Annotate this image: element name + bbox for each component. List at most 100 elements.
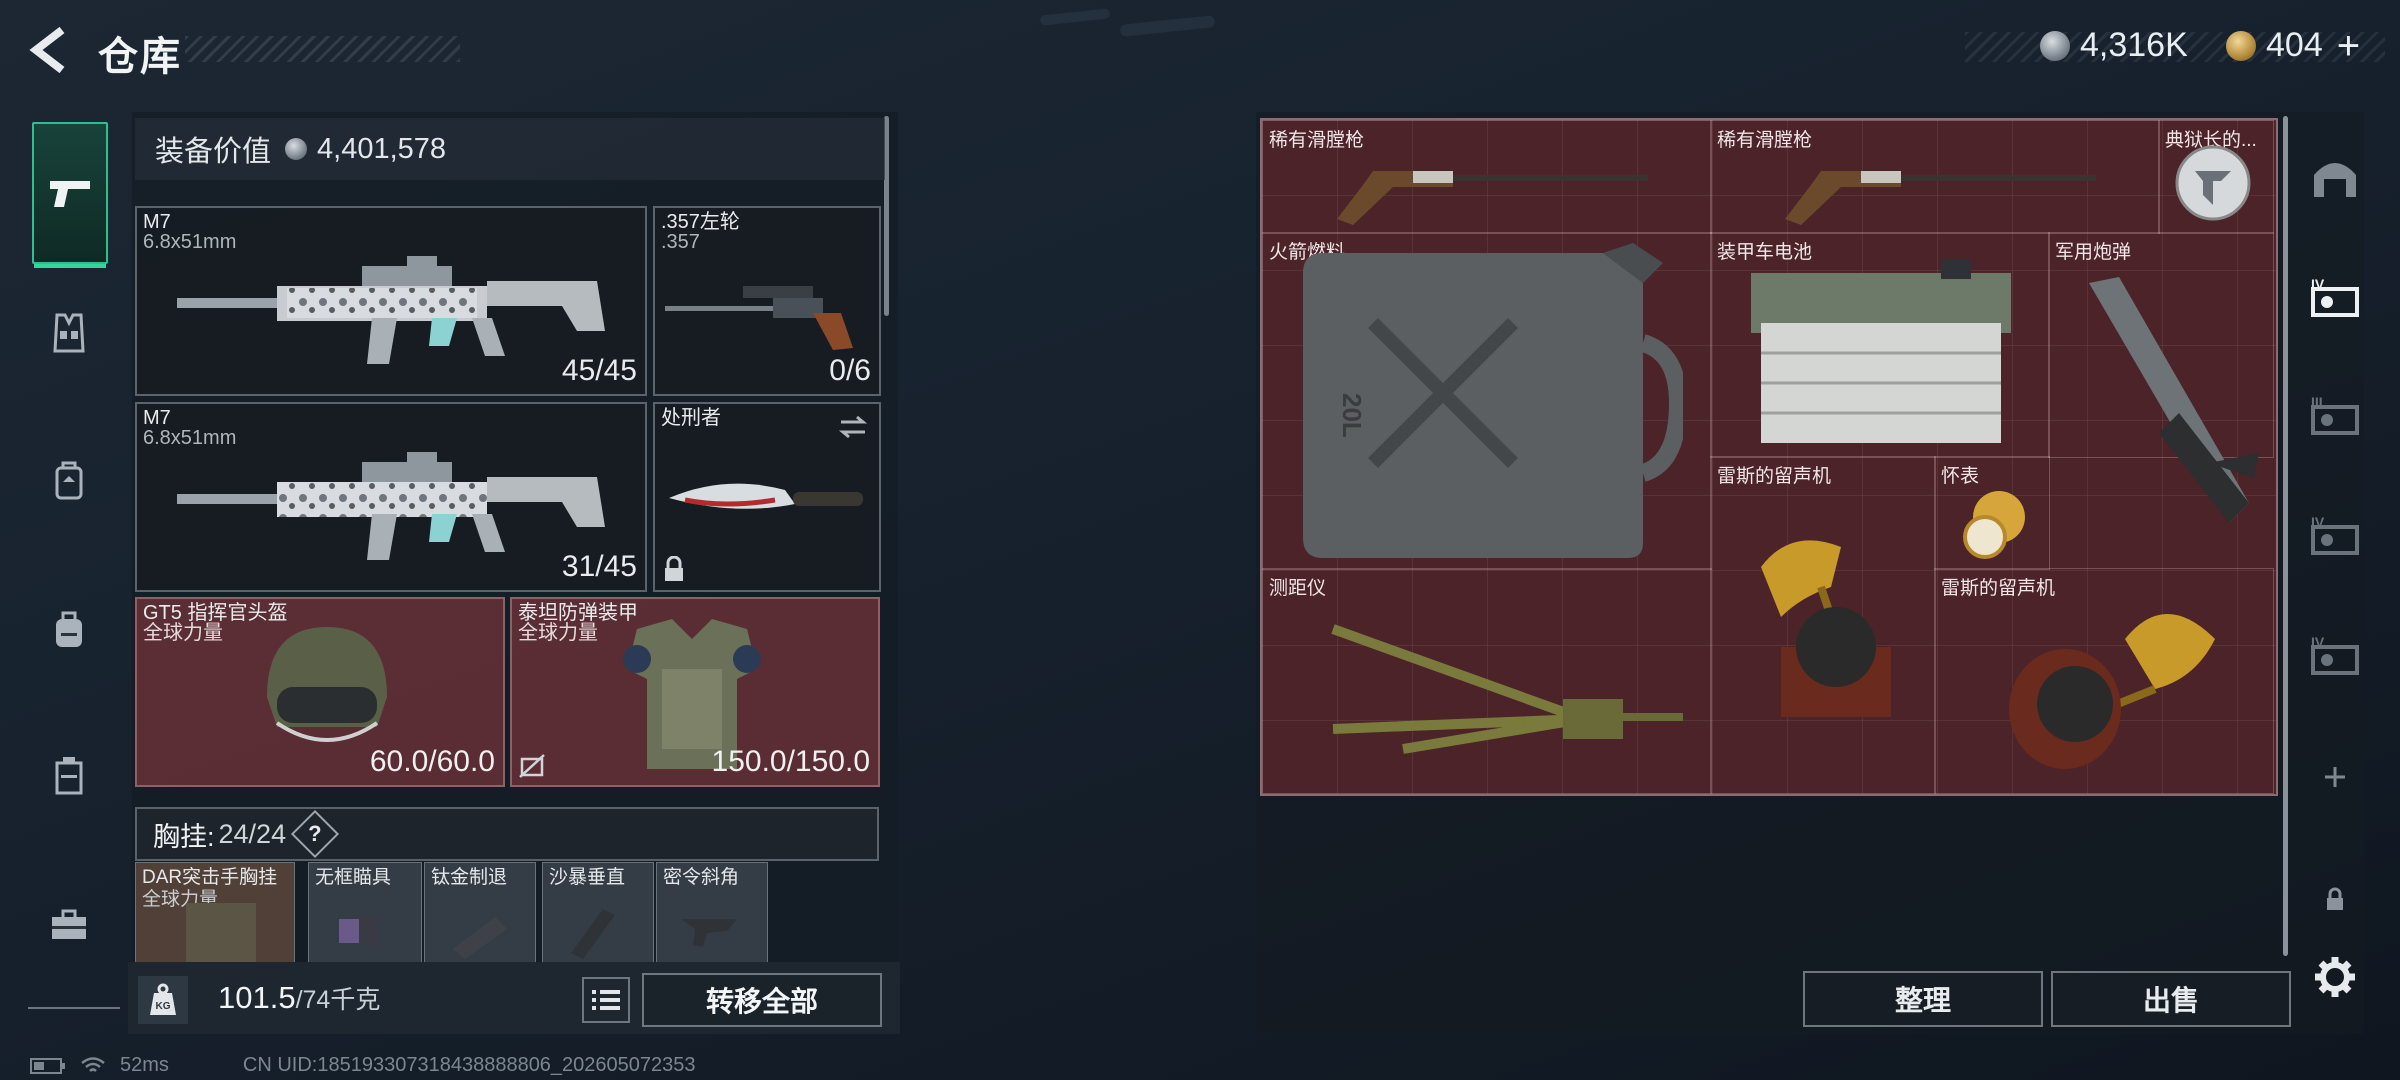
nav-divider — [28, 1007, 120, 1009]
battery-icon — [1751, 259, 2011, 443]
stash-scrollbar[interactable] — [2283, 116, 2288, 956]
item-name: 测距仪 — [1269, 578, 1327, 599]
attachment-slot-2[interactable]: 钛金制退 — [424, 862, 536, 964]
stash-item-shell[interactable]: 军用炮弹 — [2048, 232, 2274, 523]
tab-tier-label: III — [2311, 394, 2323, 410]
nav-backpack[interactable] — [36, 596, 102, 662]
chest-rig-icon — [186, 903, 256, 963]
armor-slot[interactable]: 泰坦防弹装甲 全球力量 150.0/150.0 — [510, 597, 880, 787]
tab-tier-label: IV — [2311, 634, 2325, 650]
transfer-all-button[interactable]: 转移全部 — [642, 973, 882, 1027]
stash-item-musket-1[interactable]: 稀有滑膛枪 — [1262, 120, 1712, 234]
chest-rig-item[interactable]: DAR突击手胸挂 全球力量 — [135, 862, 295, 964]
stash-item-rangefinder[interactable]: 测距仪 — [1262, 568, 1712, 794]
add-container-button[interactable] — [2300, 742, 2370, 812]
tab-container-3[interactable]: IV — [2300, 500, 2370, 570]
gold-amount: 404 — [2266, 26, 2323, 64]
silver-amount: 4,316K — [2080, 26, 2188, 64]
stash-item-gramophone-1[interactable]: 雷斯的留声机 — [1710, 456, 1936, 794]
player-uid: CN UID:185193307318438888806_20260507235… — [242, 1054, 696, 1076]
plus-icon — [2325, 767, 2345, 787]
back-arrow-icon — [29, 26, 65, 74]
pistol-slot[interactable]: .357左轮 .357 0/6 — [653, 206, 881, 396]
attachment-name: 无框瞄具 — [315, 867, 392, 888]
chest-rig-name: DAR突击手胸挂 — [142, 867, 278, 888]
tab-container-2[interactable]: III — [2300, 380, 2370, 450]
add-currency-button[interactable]: + — [2337, 26, 2360, 66]
attachment-name: 钛金制退 — [431, 867, 508, 888]
carry-weight: 101.5/74千克 — [218, 980, 380, 1016]
primary-weapon-slot-1[interactable]: M7 6.8x51mm 45/45 — [135, 206, 647, 396]
tab-container-1[interactable]: IV — [2300, 262, 2370, 332]
armor-faction: 全球力量 — [518, 622, 598, 644]
svg-text:KG: KG — [156, 1001, 171, 1012]
chest-rig-bar: 胸挂: 24/24 ? — [135, 807, 879, 861]
weapon-caliber: .357 — [661, 231, 700, 253]
attachment-name: 沙暴垂直 — [549, 867, 626, 888]
ammo-count: 0/6 — [829, 354, 871, 387]
item-name: 稀有滑膛枪 — [1269, 130, 1365, 151]
weight-current: 101.5 — [218, 980, 296, 1015]
settings-button[interactable] — [2300, 942, 2370, 1012]
nav-weapons[interactable] — [32, 122, 108, 268]
backpack-icon — [56, 611, 82, 647]
helmet-slot[interactable]: GT5 指挥官头盔 全球力量 60.0/60.0 — [135, 597, 505, 787]
gramophone-icon — [1761, 540, 1891, 717]
stash-item-warden[interactable]: 典狱长的... — [2158, 120, 2274, 234]
toolbox-icon — [52, 909, 86, 939]
attachment-slot-3[interactable]: 沙暴垂直 — [542, 862, 654, 964]
nav-vest[interactable] — [36, 300, 102, 366]
stash-item-gramophone-2[interactable]: 雷斯的留声机 — [1934, 568, 2274, 794]
nav-toolbox[interactable] — [36, 892, 102, 958]
nav-case[interactable] — [36, 742, 102, 808]
equipment-value: 4,401,578 — [317, 132, 447, 165]
attachment-slot-4[interactable]: 密令斜角 — [656, 862, 768, 964]
sell-button[interactable]: 出售 — [2051, 971, 2291, 1027]
container-icon: IV — [2311, 634, 2359, 675]
weapon-name: M7 — [143, 407, 171, 429]
chest-rig-label: 胸挂: — [153, 821, 215, 852]
weapon-name: 处刑者 — [661, 407, 721, 429]
stash-item-battery[interactable]: 装甲车电池 — [1710, 232, 2050, 458]
armor-durability: 150.0/150.0 — [711, 745, 870, 778]
melee-slot[interactable]: 处刑者 — [653, 402, 881, 592]
equipment-value-label: 装备价值 — [155, 136, 272, 168]
musket-icon — [1785, 171, 2096, 225]
tab-warehouse[interactable] — [2300, 142, 2370, 212]
item-name: 稀有滑膛枪 — [1717, 130, 1813, 151]
revolver-icon — [665, 286, 853, 350]
warden-emblem-icon — [2175, 145, 2251, 221]
primary-weapon-slot-2[interactable]: M7 6.8x51mm 31/45 — [135, 402, 647, 592]
attachment-slot-1[interactable]: 无框瞄具 — [308, 862, 422, 964]
item-name: 雷斯的留声机 — [1941, 578, 2056, 599]
nav-backpack-alt[interactable] — [36, 447, 102, 513]
help-icon[interactable]: ? — [291, 809, 340, 859]
helmet-durability: 60.0/60.0 — [369, 745, 495, 778]
left-nav — [26, 112, 120, 1012]
rangefinder-icon — [1331, 624, 1683, 754]
container-icon: IV — [2311, 514, 2359, 555]
list-view-button[interactable] — [582, 977, 630, 1023]
gramophone-icon — [2009, 614, 2215, 769]
pistol-icon — [50, 181, 90, 207]
sort-button[interactable]: 整理 — [1803, 971, 2043, 1027]
stash-item-rocket-fuel[interactable]: 火箭燃料 20L — [1262, 232, 1712, 570]
stash-item-musket-2[interactable]: 稀有滑膛枪 — [1710, 120, 2160, 234]
gold-currency: 404 + — [2226, 26, 2360, 66]
lock-icon — [2327, 887, 2343, 910]
silver-coin-icon — [2040, 30, 2070, 61]
knife-icon — [669, 483, 863, 509]
stash-item-pocket-watch[interactable]: 怀表 — [1934, 456, 2050, 570]
page-title: 仓库 — [98, 35, 182, 79]
tab-container-4[interactable]: IV — [2300, 620, 2370, 690]
attachment-name: 密令斜角 — [663, 867, 740, 888]
gold-coin-icon — [2226, 30, 2256, 61]
pocket-watch-icon — [1963, 491, 2025, 559]
battery-status-icon — [30, 1057, 65, 1074]
muzzle-brake-icon — [453, 917, 507, 959]
ammo-count: 31/45 — [561, 550, 637, 583]
warehouse-icon — [2314, 163, 2356, 197]
lock-tab[interactable] — [2300, 864, 2370, 934]
back-button[interactable] — [28, 24, 72, 76]
swap-icon[interactable] — [837, 414, 869, 440]
